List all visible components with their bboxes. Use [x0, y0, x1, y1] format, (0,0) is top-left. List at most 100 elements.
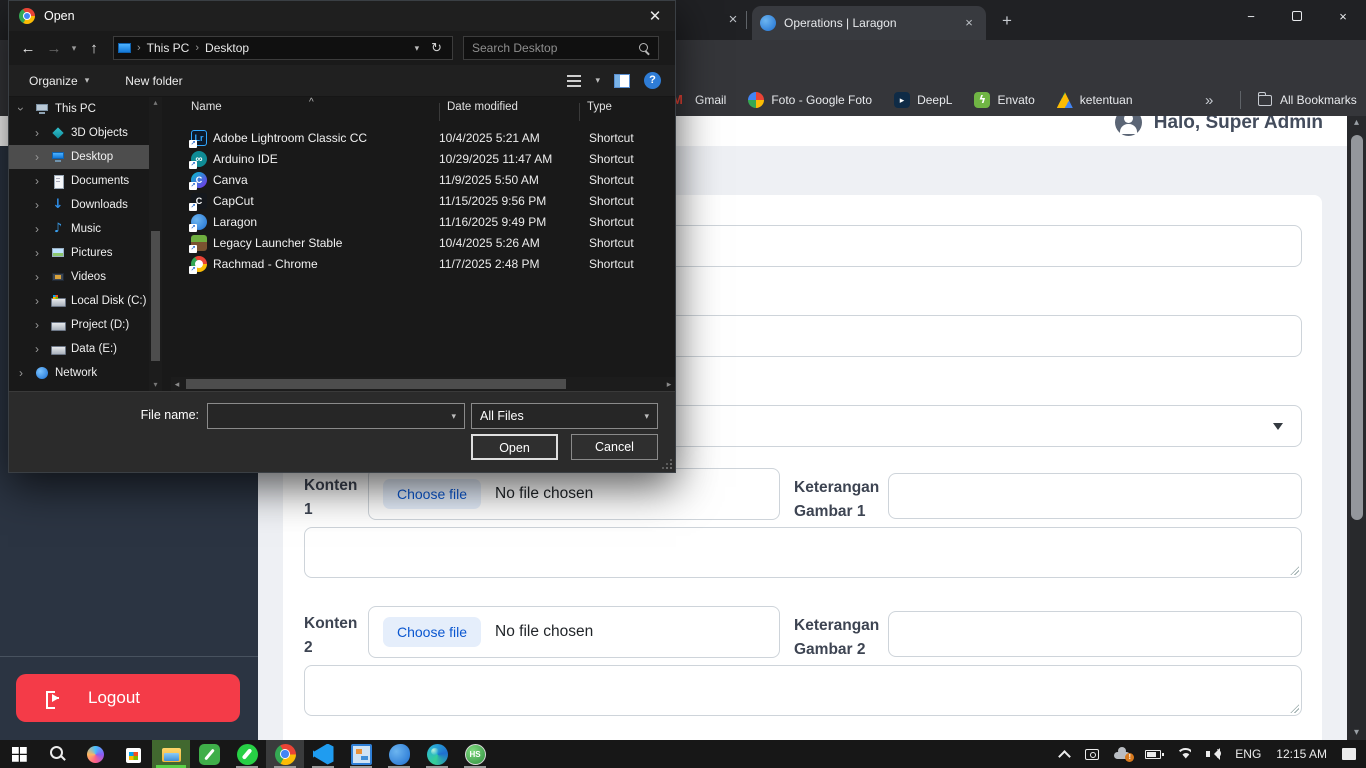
- file-row-legacy[interactable]: Legacy Launcher Stable 10/4/2025 5:26 AM…: [171, 232, 675, 253]
- expander-chevron-icon[interactable]: [35, 198, 45, 212]
- file-name-combobox[interactable]: ▾: [207, 403, 465, 429]
- file-input-konten-2[interactable]: Choose file No file chosen: [368, 606, 780, 658]
- recent-locations-chevron-icon[interactable]: ▾: [67, 43, 81, 54]
- file-row-chrome-profile[interactable]: Rachmad - Chrome 11/7/2025 2:48 PM Short…: [171, 253, 675, 274]
- scroll-down-icon[interactable]: ▾: [1354, 726, 1359, 740]
- user-avatar-icon[interactable]: [1115, 116, 1142, 136]
- taskbar-app-explorer[interactable]: [152, 740, 190, 768]
- keterangan-gambar-1-input[interactable]: [888, 473, 1302, 519]
- expander-chevron-icon[interactable]: [35, 150, 45, 164]
- expander-chevron-icon[interactable]: [35, 246, 45, 260]
- tree-scrollbar-thumb[interactable]: [151, 231, 160, 361]
- new-folder-button[interactable]: New folder: [125, 74, 182, 88]
- taskbar-app-heidisql[interactable]: [456, 740, 494, 768]
- organize-button[interactable]: Organize ▾: [29, 74, 89, 88]
- tree-item-videos[interactable]: Videos: [9, 265, 149, 289]
- page-scrollbar[interactable]: ▴ ▾: [1347, 116, 1366, 740]
- expander-chevron-icon[interactable]: [35, 294, 45, 308]
- show-hidden-icons-chevron[interactable]: [1060, 749, 1070, 759]
- taskbar-app-vscode[interactable]: [304, 740, 342, 768]
- file-row-canva[interactable]: Canva 11/9/2025 5:50 AM Shortcut: [171, 169, 675, 190]
- file-type-select[interactable]: All Files ▾: [471, 403, 658, 429]
- window-restore-button[interactable]: [1274, 0, 1320, 32]
- scroll-left-icon[interactable]: ◂: [171, 379, 183, 390]
- expander-chevron-icon[interactable]: [35, 270, 45, 284]
- taskbar-app-notepad[interactable]: [190, 740, 228, 768]
- scroll-up-icon[interactable]: ▴: [1354, 116, 1359, 130]
- taskbar-app-chrome[interactable]: [266, 740, 304, 768]
- column-divider[interactable]: [579, 103, 580, 121]
- taskbar-app-edge[interactable]: [418, 740, 456, 768]
- tab-close-icon[interactable]: ×: [960, 14, 978, 32]
- list-view-icon[interactable]: [567, 75, 581, 87]
- background-tab-close-icon[interactable]: ×: [722, 9, 744, 31]
- choose-file-button-1[interactable]: Choose file: [383, 479, 481, 509]
- refresh-icon[interactable]: ↻: [431, 40, 442, 56]
- choose-file-button-2[interactable]: Choose file: [383, 617, 481, 647]
- expander-chevron-icon[interactable]: [19, 366, 29, 380]
- tree-item-net[interactable]: Network: [9, 361, 149, 385]
- help-icon[interactable]: ?: [644, 72, 661, 89]
- file-row-arduino[interactable]: Arduino IDE 10/29/2025 11:47 AM Shortcut: [171, 148, 675, 169]
- cancel-button[interactable]: Cancel: [571, 434, 658, 460]
- clock[interactable]: 12:15 AM: [1276, 747, 1327, 761]
- tree-item-desktop[interactable]: Desktop: [9, 145, 149, 169]
- open-button[interactable]: Open: [471, 434, 558, 460]
- tree-item-music[interactable]: Music: [9, 217, 149, 241]
- chevron-down-icon[interactable]: ▾: [451, 411, 456, 422]
- window-close-button[interactable]: ×: [1320, 0, 1366, 32]
- preview-pane-icon[interactable]: [614, 74, 630, 88]
- window-minimize-button[interactable]: −: [1228, 0, 1274, 32]
- dialog-close-button[interactable]: ✕: [635, 1, 675, 31]
- search-input[interactable]: Search Desktop: [463, 36, 659, 60]
- address-dropdown-icon[interactable]: ▾: [415, 43, 420, 54]
- expander-chevron-icon[interactable]: [19, 102, 29, 116]
- expander-chevron-icon[interactable]: [35, 126, 45, 140]
- taskbar-app-laragon[interactable]: [380, 740, 418, 768]
- breadcrumb[interactable]: › This PC › Desktop ▾ ↻: [113, 36, 453, 60]
- tree-item-pics[interactable]: Pictures: [9, 241, 149, 265]
- column-type[interactable]: Type: [587, 101, 612, 113]
- resize-grip[interactable]: [662, 459, 672, 469]
- forward-icon[interactable]: →: [41, 40, 67, 57]
- wifi-icon[interactable]: [1176, 748, 1191, 760]
- view-chevron-icon[interactable]: ▾: [595, 75, 600, 86]
- expander-chevron-icon[interactable]: [35, 342, 45, 356]
- back-icon[interactable]: ←: [15, 40, 41, 57]
- tree-item-doc[interactable]: Documents: [9, 169, 149, 193]
- tree-item-this-pc[interactable]: This PC: [9, 97, 149, 121]
- bookmark-item-envato[interactable]: Envato: [974, 92, 1034, 108]
- tree-item-disk-c[interactable]: Local Disk (C:): [9, 289, 149, 313]
- scrollbar-thumb[interactable]: [1351, 135, 1363, 520]
- bookmark-item-gmail[interactable]: Gmail: [672, 92, 726, 108]
- action-center-icon[interactable]: [1342, 748, 1356, 760]
- tree-scroll-down-icon[interactable]: ▾: [153, 379, 157, 391]
- tree-scrollbar[interactable]: ▴ ▾: [149, 97, 162, 391]
- expander-chevron-icon[interactable]: [35, 318, 45, 332]
- volume-icon[interactable]: [1206, 748, 1220, 760]
- tree-scroll-up-icon[interactable]: ▴: [153, 97, 157, 109]
- tree-item-down[interactable]: Downloads: [9, 193, 149, 217]
- horizontal-scrollbar[interactable]: ◂ ▸: [171, 377, 675, 391]
- horizontal-scrollbar-thumb[interactable]: [186, 379, 566, 389]
- language-indicator[interactable]: ENG: [1235, 747, 1261, 761]
- expander-chevron-icon[interactable]: [35, 222, 45, 236]
- tree-item-disk[interactable]: Data (E:): [9, 337, 149, 361]
- bookmark-item-photos[interactable]: Foto - Google Foto: [748, 92, 872, 108]
- textarea-2[interactable]: [304, 665, 1302, 716]
- file-input-konten-1[interactable]: Choose file No file chosen: [368, 468, 780, 520]
- bookmark-item-deepl[interactable]: DeepL: [894, 92, 952, 108]
- breadcrumb-desktop[interactable]: Desktop: [205, 41, 249, 55]
- new-tab-button[interactable]: +: [996, 10, 1018, 32]
- all-bookmarks-button[interactable]: All Bookmarks: [1258, 93, 1357, 107]
- bookmark-item-drive[interactable]: ketentuan: [1057, 92, 1133, 108]
- column-date-modified[interactable]: Date modified: [447, 101, 518, 113]
- taskbar-app-whatsapp[interactable]: [228, 740, 266, 768]
- taskbar-app-windows[interactable]: [0, 740, 38, 768]
- taskbar-app-search[interactable]: [38, 740, 76, 768]
- breadcrumb-this-pc[interactable]: This PC: [147, 41, 190, 55]
- taskbar-app-store[interactable]: [114, 740, 152, 768]
- keterangan-gambar-2-input[interactable]: [888, 611, 1302, 657]
- logout-button[interactable]: Logout: [16, 674, 240, 722]
- bookmarks-overflow-chevron[interactable]: »: [1205, 92, 1213, 109]
